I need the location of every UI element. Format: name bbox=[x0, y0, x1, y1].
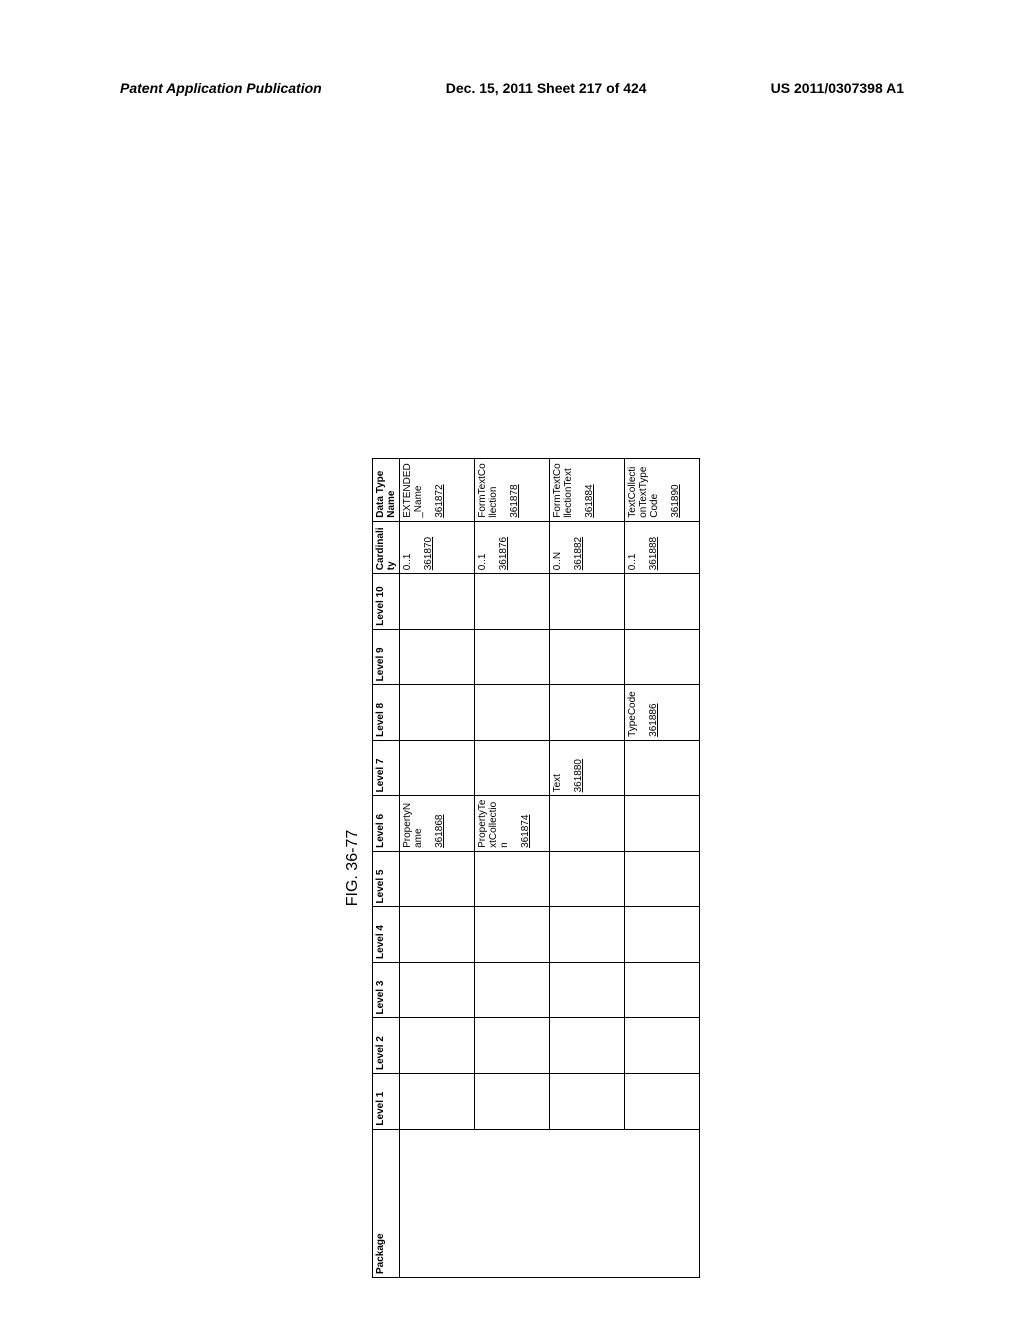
header-level8: Level 8 bbox=[373, 685, 400, 741]
ref-number: 361868 bbox=[434, 799, 445, 848]
level2-cell bbox=[550, 1018, 625, 1074]
header-center: Dec. 15, 2011 Sheet 217 of 424 bbox=[446, 80, 647, 96]
level8-cell bbox=[400, 685, 475, 741]
header-package: Package bbox=[373, 1129, 400, 1277]
header-level3: Level 3 bbox=[373, 962, 400, 1018]
level10-cell bbox=[625, 574, 700, 630]
datatype-cell: EXTENDED_Name 361872 bbox=[400, 459, 475, 522]
header-left: Patent Application Publication bbox=[120, 80, 322, 96]
level6-cell bbox=[625, 796, 700, 852]
level8-cell bbox=[550, 685, 625, 741]
figure-label: FIG. 36-77 bbox=[344, 458, 362, 1278]
level3-cell bbox=[400, 962, 475, 1018]
ref-number: 361888 bbox=[648, 525, 659, 571]
cardinality-cell: 0..1 361870 bbox=[400, 521, 475, 574]
level9-cell bbox=[400, 629, 475, 685]
level10-cell bbox=[550, 574, 625, 630]
cardinality-cell: 0..N 361882 bbox=[550, 521, 625, 574]
header-datatype: Data Type Name bbox=[373, 459, 400, 522]
data-table: Package Level 1 Level 2 Level 3 Level 4 … bbox=[372, 458, 700, 1278]
cardinality-cell: 0..1 361876 bbox=[475, 521, 550, 574]
level9-cell bbox=[625, 629, 700, 685]
header-cardinality: Cardinality bbox=[373, 521, 400, 574]
level4-cell bbox=[625, 907, 700, 963]
level5-cell bbox=[475, 851, 550, 907]
page-header: Patent Application Publication Dec. 15, … bbox=[0, 0, 1024, 106]
ref-number: 361870 bbox=[423, 525, 434, 571]
level3-cell bbox=[550, 962, 625, 1018]
header-level2: Level 2 bbox=[373, 1018, 400, 1074]
level1-cell bbox=[550, 1074, 625, 1130]
level9-cell bbox=[475, 629, 550, 685]
datatype-cell: FormTextCollectionText 361884 bbox=[550, 459, 625, 522]
header-right: US 2011/0307398 A1 bbox=[771, 80, 904, 96]
level7-cell: Text 361880 bbox=[550, 740, 625, 796]
cardinality-cell: 0..1 361888 bbox=[625, 521, 700, 574]
level3-cell bbox=[625, 962, 700, 1018]
ref-number: 361890 bbox=[670, 462, 681, 518]
level9-cell bbox=[550, 629, 625, 685]
level6-cell: PropertyTextCollection 361874 bbox=[475, 796, 550, 852]
ref-number: 361876 bbox=[498, 525, 509, 571]
level6-cell: PropertyName 361868 bbox=[400, 796, 475, 852]
level8-cell bbox=[475, 685, 550, 741]
level8-cell: TypeCode 361886 bbox=[625, 685, 700, 741]
ref-number: 361878 bbox=[509, 462, 520, 518]
header-level4: Level 4 bbox=[373, 907, 400, 963]
ref-number: 361874 bbox=[520, 799, 531, 848]
level10-cell bbox=[475, 574, 550, 630]
level7-cell bbox=[400, 740, 475, 796]
level4-cell bbox=[550, 907, 625, 963]
datatype-cell: FormTextCollection 361878 bbox=[475, 459, 550, 522]
level1-cell bbox=[400, 1074, 475, 1130]
level5-cell bbox=[625, 851, 700, 907]
ref-number: 361886 bbox=[648, 688, 659, 737]
level4-cell bbox=[400, 907, 475, 963]
level2-cell bbox=[400, 1018, 475, 1074]
header-level10: Level 10 bbox=[373, 574, 400, 630]
datatype-cell: TextCollectionTextTypeCode 361890 bbox=[625, 459, 700, 522]
level2-cell bbox=[475, 1018, 550, 1074]
header-level1: Level 1 bbox=[373, 1074, 400, 1130]
ref-number: 361872 bbox=[434, 462, 445, 518]
header-level7: Level 7 bbox=[373, 740, 400, 796]
ref-number: 361880 bbox=[573, 744, 584, 793]
level3-cell bbox=[475, 962, 550, 1018]
table-header-row: Package Level 1 Level 2 Level 3 Level 4 … bbox=[373, 459, 400, 1278]
ref-number: 361882 bbox=[573, 525, 584, 571]
header-level9: Level 9 bbox=[373, 629, 400, 685]
level5-cell bbox=[400, 851, 475, 907]
ref-number: 361884 bbox=[584, 462, 595, 518]
level1-cell bbox=[625, 1074, 700, 1130]
level6-cell bbox=[550, 796, 625, 852]
level5-cell bbox=[550, 851, 625, 907]
level4-cell bbox=[475, 907, 550, 963]
package-cell bbox=[400, 1129, 700, 1277]
level7-cell bbox=[475, 740, 550, 796]
level10-cell bbox=[400, 574, 475, 630]
header-level6: Level 6 bbox=[373, 796, 400, 852]
level7-cell bbox=[625, 740, 700, 796]
header-level5: Level 5 bbox=[373, 851, 400, 907]
level1-cell bbox=[475, 1074, 550, 1130]
table-row: PropertyName 361868 0..1 361870 EXTENDED… bbox=[400, 459, 475, 1278]
level2-cell bbox=[625, 1018, 700, 1074]
